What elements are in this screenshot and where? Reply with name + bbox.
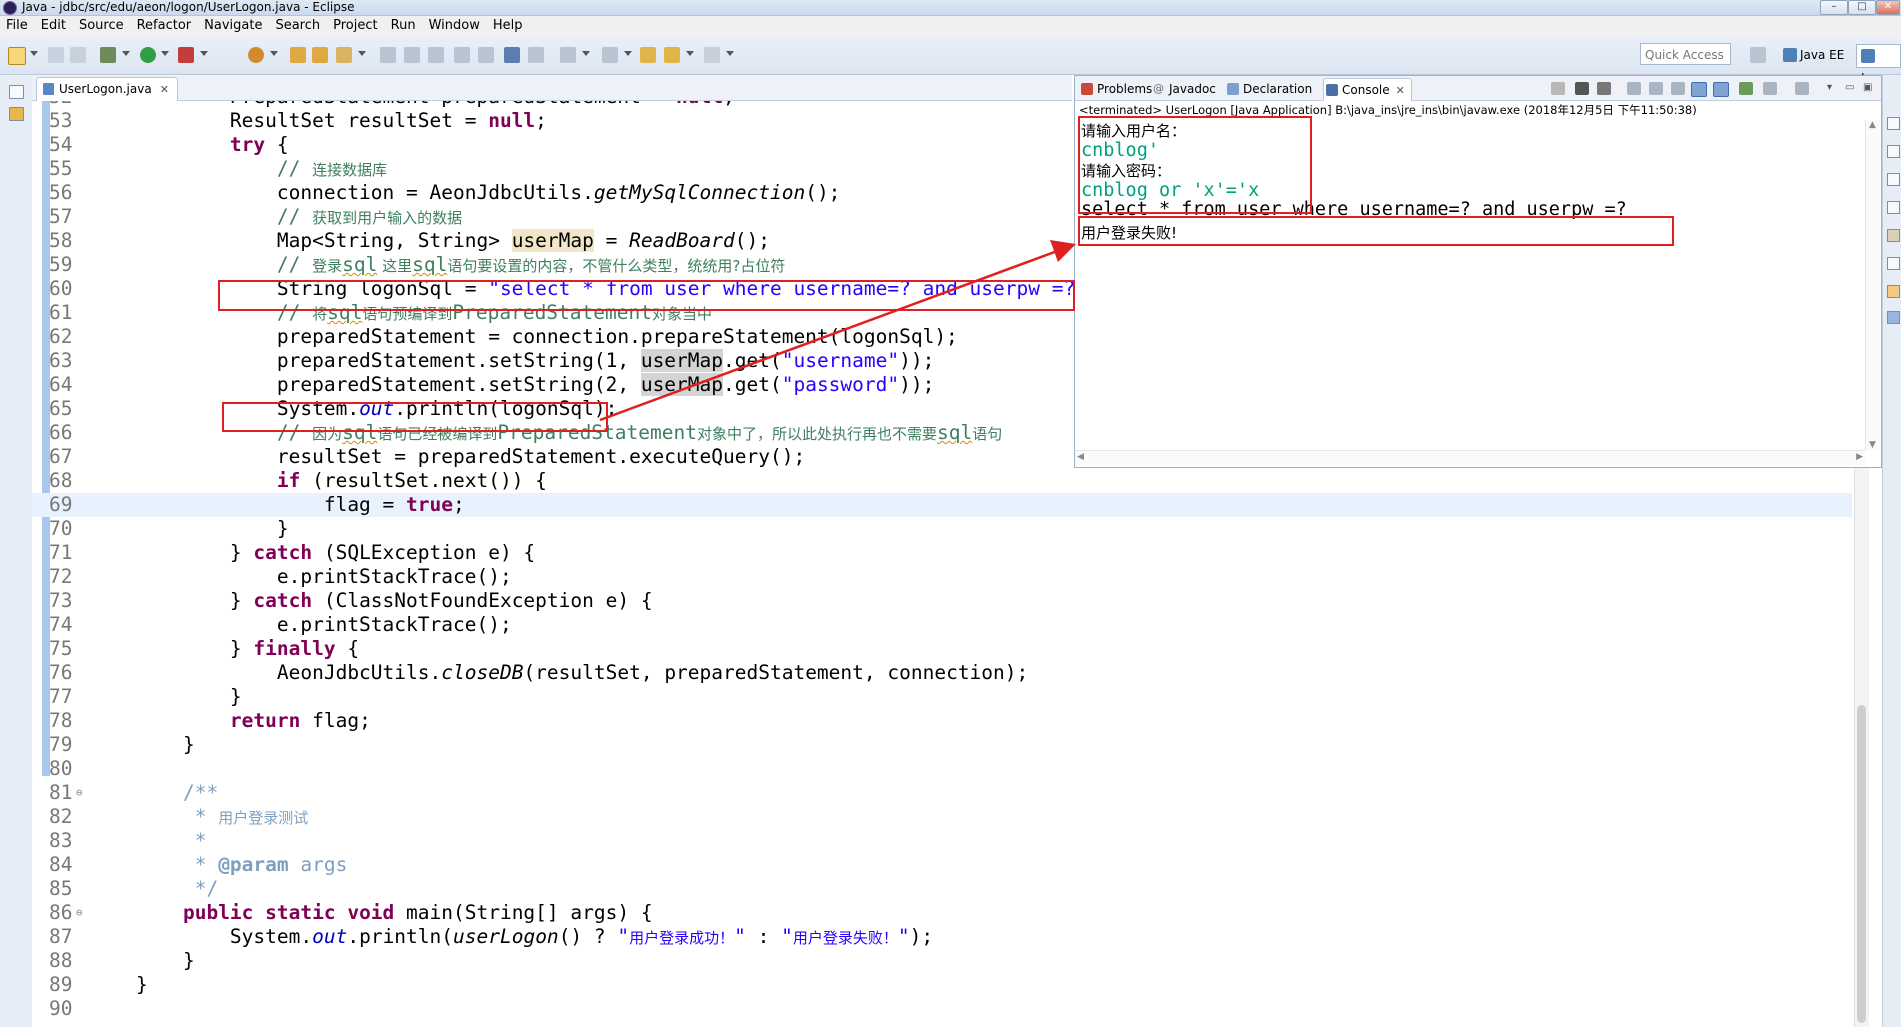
annotation-arrow — [599, 240, 1076, 422]
annotation-arrow-line — [599, 248, 1061, 422]
